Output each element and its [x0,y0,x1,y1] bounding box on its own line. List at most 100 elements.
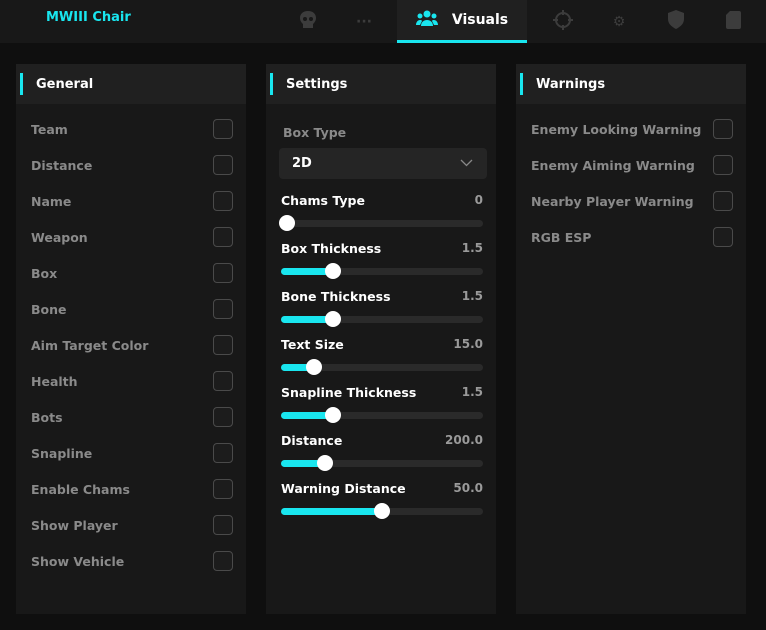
option-label: Enable Chams [31,481,130,497]
slider-label: Bone Thickness [281,289,391,304]
option-label: Name [31,193,72,209]
slider-track[interactable] [281,263,483,279]
checkbox-row[interactable]: Bone [16,291,246,327]
panel-title: Settings [266,64,496,104]
checkbox-row[interactable]: Enemy Aiming Warning [516,147,746,183]
top-bar: MWIII Chair ··· Visuals ⚙ [0,0,766,43]
users-icon [415,10,438,30]
panel-title: General [16,64,246,104]
option-label: Enemy Aiming Warning [531,157,695,173]
slider-value: 1.5 [461,385,483,399]
slider-handle[interactable] [279,215,296,231]
checkbox[interactable] [213,407,233,427]
checkbox-row[interactable]: Nearby Player Warning [516,183,746,219]
checkbox-row[interactable]: RGB ESP [516,219,746,255]
checkbox[interactable] [213,551,233,571]
shield-icon [668,10,684,33]
tab-settings[interactable]: ⚙ [602,0,636,43]
option-label: Snapline [31,445,93,461]
option-label: RGB ESP [531,229,592,245]
slider-track[interactable] [281,503,483,519]
box-type-dropdown[interactable]: 2D [279,148,487,179]
slider-handle[interactable] [324,407,341,423]
slider-group: Text Size 15.0 [266,337,496,375]
option-label: Box [31,265,58,281]
slider-label: Box Thickness [281,241,382,256]
slider-group: Warning Distance 50.0 [266,481,496,519]
option-label: Aim Target Color [31,337,149,353]
slider-track[interactable] [281,407,483,423]
checkbox-row[interactable]: Enable Chams [16,471,246,507]
checkbox[interactable] [213,515,233,535]
checkbox-row[interactable]: Box [16,255,246,291]
slider-group: Distance 200.0 [266,433,496,471]
checkbox[interactable] [213,299,233,319]
checkbox[interactable] [213,227,233,247]
slider-group: Chams Type 0 [266,193,496,231]
option-label: Weapon [31,229,88,245]
box-type-value: 2D [292,156,312,171]
more-icon: ··· [356,13,372,30]
checkbox-row[interactable]: Bots [16,399,246,435]
checkbox[interactable] [213,263,233,283]
checkbox[interactable] [713,119,733,139]
checkbox-row[interactable]: Health [16,363,246,399]
tab-shield[interactable] [658,0,694,43]
checkbox-row[interactable]: Show Vehicle [16,543,246,579]
slider-value: 1.5 [461,241,483,255]
checkbox[interactable] [213,479,233,499]
slider-track[interactable] [281,311,483,327]
checkbox-row[interactable]: Distance [16,147,246,183]
checkbox-row[interactable]: Name [16,183,246,219]
slider-fill [281,508,382,515]
checkbox-row[interactable]: Show Player [16,507,246,543]
checkbox-row[interactable]: Team [16,111,246,147]
checkbox[interactable] [713,155,733,175]
slider-group: Snapline Thickness 1.5 [266,385,496,423]
checkbox[interactable] [213,119,233,139]
checkbox[interactable] [713,191,733,211]
checkbox[interactable] [713,227,733,247]
slider-group: Box Thickness 1.5 [266,241,496,279]
checkbox-row[interactable]: Weapon [16,219,246,255]
slider-value: 50.0 [453,481,483,495]
app-title: MWIII Chair [46,10,131,25]
slider-label: Distance [281,433,343,448]
checkbox-row[interactable]: Snapline [16,435,246,471]
checkbox[interactable] [213,191,233,211]
slider-label: Chams Type [281,193,365,208]
general-panel: General Team Distance Name Weapon Box Bone Aim… [16,64,246,614]
slider-handle[interactable] [324,263,341,279]
option-label: Show Vehicle [31,553,125,569]
settings-panel: Settings Box Type 2D Chams Type 0 Box Thic… [266,64,496,614]
skull-icon [299,10,317,34]
checkbox-row[interactable]: Enemy Looking Warning [516,111,746,147]
slider-track[interactable] [281,359,483,375]
checkbox[interactable] [213,155,233,175]
checkbox[interactable] [213,443,233,463]
option-label: Bots [31,409,63,425]
slider-value: 0 [474,193,483,207]
checkbox[interactable] [213,335,233,355]
tab-label: Visuals [451,12,509,28]
crosshair-icon [553,9,573,34]
slider-handle[interactable] [374,503,390,519]
slider-value: 15.0 [453,337,483,351]
slider-handle[interactable] [305,359,322,375]
tab-file[interactable] [715,0,751,43]
tab-aim[interactable] [545,0,581,43]
chevron-down-icon [460,156,473,171]
gear-icon: ⚙ [612,13,626,30]
tab-visuals[interactable]: Visuals [397,0,527,43]
slider-handle[interactable] [324,311,341,327]
tab-more[interactable]: ··· [344,0,384,43]
checkbox[interactable] [213,371,233,391]
file-icon [725,10,741,33]
slider-handle[interactable] [317,455,334,471]
slider-track[interactable] [281,455,483,471]
tab-skull[interactable] [286,0,330,43]
panel-title: Warnings [516,64,746,104]
checkbox-row[interactable]: Aim Target Color [16,327,246,363]
slider-track[interactable] [279,215,483,231]
box-type-label: Box Type [283,125,347,140]
